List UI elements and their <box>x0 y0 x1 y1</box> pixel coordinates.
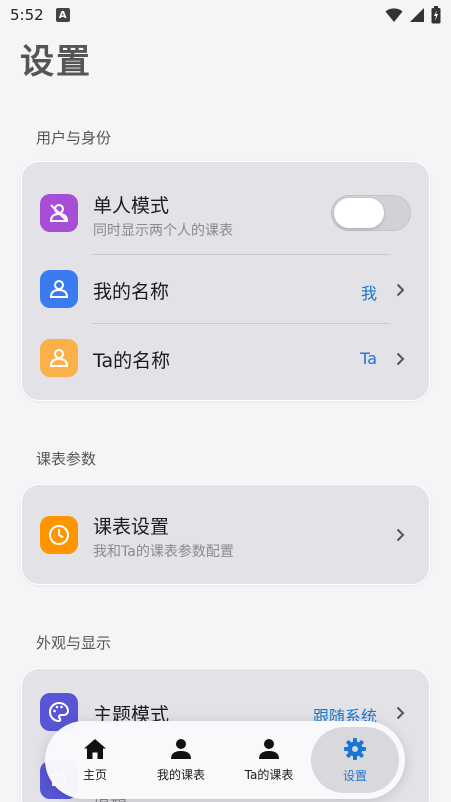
nav-label-my-schedule: 我的课表 <box>156 767 205 782</box>
person-icon <box>259 738 279 759</box>
schedule-card: 课表设置 我和Ta的课表参数配置 <box>21 484 430 585</box>
chevron-right-icon <box>396 528 405 542</box>
status-time: 5:52 <box>10 6 44 24</box>
gear-icon <box>344 737 366 760</box>
home-icon <box>84 738 106 759</box>
chevron-right-icon <box>396 352 405 366</box>
section-label-schedule: 课表参数 <box>36 450 97 468</box>
nav-label-home: 主页 <box>82 767 107 782</box>
my-name-value: 我 <box>360 284 377 303</box>
battery-icon <box>431 6 441 24</box>
section-label-identity: 用户与身份 <box>36 129 112 147</box>
clock-icon <box>40 516 78 554</box>
my-name-row[interactable]: 我的名称 我 <box>22 255 429 323</box>
my-name-title: 我的名称 <box>93 281 170 303</box>
notification-icon: A <box>55 8 70 22</box>
chevron-right-icon <box>396 283 405 297</box>
schedule-settings-title: 课表设置 <box>93 516 170 538</box>
single-mode-toggle[interactable] <box>331 195 411 231</box>
user-icon <box>40 270 78 308</box>
person-icon <box>171 738 191 759</box>
nav-label-ta-schedule: Ta的课表 <box>244 767 294 782</box>
nav-label-settings: 设置 <box>342 768 367 783</box>
user-off-icon <box>40 194 78 232</box>
nav-item-home[interactable]: 主页 <box>51 727 139 793</box>
status-bar: 5:52 A <box>0 0 451 30</box>
page-title: 设置 <box>20 42 92 82</box>
section-label-appearance: 外观与显示 <box>36 634 112 652</box>
bottom-nav: 主页 我的课表 Ta的课表 设置 <box>45 721 405 799</box>
status-icons <box>385 6 441 24</box>
toggle-knob <box>334 198 384 228</box>
single-mode-row[interactable]: 单人模式 同时显示两个人的课表 <box>22 162 429 254</box>
ta-name-value: Ta <box>360 349 377 368</box>
single-mode-title: 单人模式 <box>93 195 170 217</box>
nav-item-ta-schedule[interactable]: Ta的课表 <box>225 727 313 793</box>
identity-card: 单人模式 同时显示两个人的课表 我的名称 我 Ta的名称 Ta <box>21 161 430 401</box>
schedule-settings-row[interactable]: 课表设置 我和Ta的课表参数配置 <box>22 485 429 586</box>
ta-name-row[interactable]: Ta的名称 Ta <box>22 324 429 392</box>
signal-icon <box>410 8 424 22</box>
wifi-icon <box>385 8 403 22</box>
nav-item-my-schedule[interactable]: 我的课表 <box>137 727 225 793</box>
schedule-settings-subtitle: 我和Ta的课表参数配置 <box>93 544 234 560</box>
chevron-right-icon <box>396 706 405 720</box>
ta-name-title: Ta的名称 <box>93 350 171 372</box>
nav-item-settings[interactable]: 设置 <box>311 727 399 793</box>
single-mode-subtitle: 同时显示两个人的课表 <box>93 223 233 239</box>
user-icon <box>40 339 78 377</box>
